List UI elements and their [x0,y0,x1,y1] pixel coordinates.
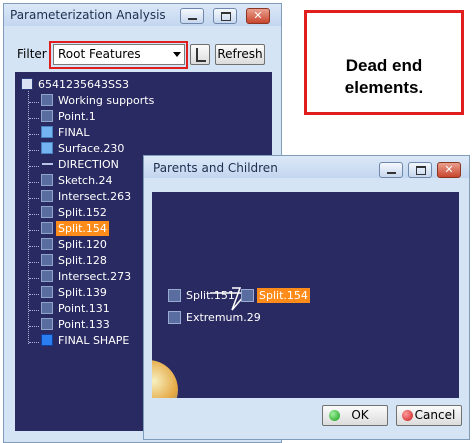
direction-icon [42,163,53,165]
analysis-titlebar[interactable]: Parameterization Analysis ✕ [4,4,281,26]
tree-item-label: FINAL SHAPE [58,334,130,347]
tree-branch [29,226,39,231]
tree-item-label: Point.1 [58,110,96,123]
analysis-window-title: Parameterization Analysis [10,8,166,22]
maximize-button[interactable] [408,162,432,178]
split-icon [41,238,53,250]
callout-line-1: Dead end [345,56,423,75]
tree-branch [29,146,39,151]
parent-node-label: Split.151 [186,289,235,302]
split-icon [41,206,53,218]
maximize-icon [221,12,231,21]
parents-and-children-window: Parents and Children ✕ Split.151 Split.1… [143,155,470,440]
tree-item-label: FINAL [58,126,90,139]
minimize-button[interactable] [379,162,403,178]
maximize-icon [416,166,426,175]
tree-item-label: Split.154 [56,221,109,236]
extremum-icon [168,311,181,324]
tree-item-label: Point.133 [58,318,110,331]
ok-icon [329,410,340,421]
chevron-down-icon[interactable] [173,52,181,57]
sketch-icon [41,174,53,186]
point-icon [41,318,53,330]
minimize-button[interactable] [180,8,204,24]
tree-branch [29,338,39,343]
point-icon [41,302,53,314]
tree-branch [29,178,39,183]
surface-icon [41,126,53,138]
tree-branch [29,274,39,279]
refresh-button[interactable]: Refresh [215,44,265,65]
tree-item-label: Surface.230 [58,142,125,155]
close-icon: ✕ [253,9,263,22]
tree-view-icon [196,48,206,62]
ok-button[interactable]: OK [322,405,388,426]
surface-icon [41,142,53,154]
split-icon [41,222,53,234]
parents-titlebar[interactable]: Parents and Children ✕ [144,156,469,178]
ok-label: OK [351,408,369,422]
shape-icon [41,334,53,346]
cancel-button[interactable]: Cancel [396,405,462,426]
split-icon [41,254,53,266]
filter-label: Filter [17,47,47,61]
cancel-icon [402,410,413,421]
tree-branch [29,306,39,311]
tree-item-label: Sketch.24 [58,174,113,187]
filter-select[interactable]: Root Features [53,44,185,65]
tree-item-label: Intersect.273 [58,270,132,283]
tree-view-button[interactable] [190,44,210,65]
tree-branch [29,322,39,327]
tree-branch [29,162,39,167]
annotation-callout: Dead end elements. [304,10,464,115]
tree-root-label: 6541235643SS3 [38,78,129,91]
parents-window-title: Parents and Children [153,161,278,175]
graph-panel[interactable]: Split.151 Split.154 Extremum.29 [152,192,459,398]
split-icon [168,289,181,302]
tree-item-label: Working supports [58,94,155,107]
minimize-icon [188,18,197,20]
maximize-button[interactable] [213,8,237,24]
tree-item-label: Intersect.263 [58,190,132,203]
tree-item-label: Split.128 [58,254,107,267]
callout-text: Dead end elements. [307,55,461,99]
tree-branch [29,98,39,103]
filter-select-value: Root Features [58,47,141,61]
tree-item-label: Split.120 [58,238,107,251]
tree-branch [29,290,39,295]
part-icon [21,78,33,90]
tree-branch [29,114,39,119]
split-icon [241,289,254,302]
close-button[interactable]: ✕ [437,162,461,178]
selected-node-label: Split.154 [257,288,310,303]
tree-item-label: Point.131 [58,302,110,315]
parent-node-label: Extremum.29 [186,311,261,324]
close-icon: ✕ [444,163,454,176]
point-icon [41,110,53,122]
split-icon [41,286,53,298]
tree-branch [29,210,39,215]
tree-branch [29,258,39,263]
intersect-icon [41,270,53,282]
tree-item-label: DIRECTION [58,158,119,171]
callout-line-2: elements. [344,78,424,97]
close-button[interactable]: ✕ [246,8,270,24]
tree-item-label: Split.152 [58,206,107,219]
support-icon [41,94,53,106]
tree-branch [29,242,39,247]
tree-item-label: Split.139 [58,286,107,299]
tree-branch [29,194,39,199]
minimize-icon [387,172,396,174]
intersect-icon [41,190,53,202]
refresh-label: Refresh [217,47,263,61]
tree-branch [29,130,39,135]
